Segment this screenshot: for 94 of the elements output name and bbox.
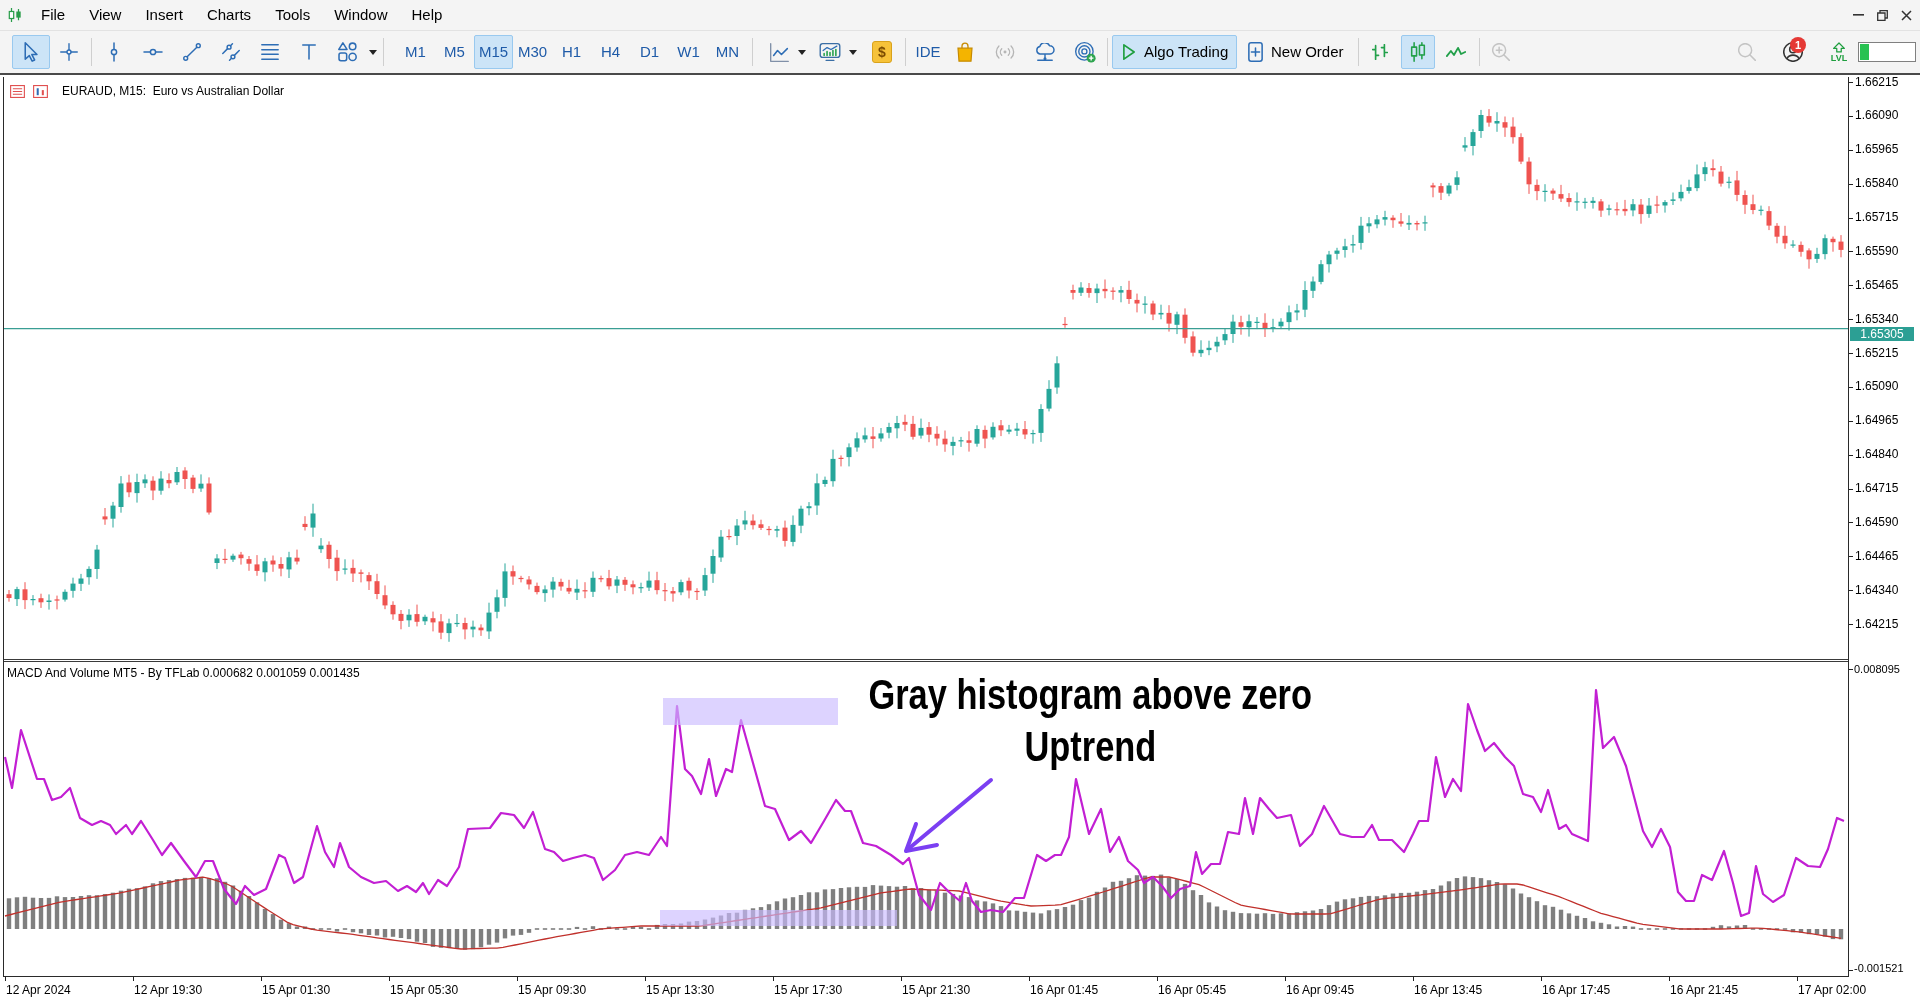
price-tick-label: 1.64465 bbox=[1855, 549, 1899, 563]
menu-item[interactable]: View bbox=[77, 0, 134, 30]
list-icon bbox=[10, 84, 25, 98]
indicator-label: MACD And Volume MT5 - By TFLab 0.000682 0.001059 0.001435 bbox=[7, 666, 360, 680]
candlesticks-icon bbox=[1410, 42, 1426, 62]
price-tick-label: 1.65465 bbox=[1855, 278, 1899, 292]
price-tick-label: 1.66215 bbox=[1855, 75, 1899, 89]
price-tick-label: 1.66090 bbox=[1855, 109, 1899, 123]
time-tick-label: 15 Apr 01:30 bbox=[262, 983, 331, 997]
time-tick-label: 17 Apr 02:00 bbox=[1798, 983, 1867, 997]
timeframe-button[interactable]: M30 bbox=[513, 35, 552, 69]
time-tick-label: 16 Apr 09:45 bbox=[1286, 983, 1355, 997]
dollar-button[interactable]: $ bbox=[872, 41, 892, 63]
connection-meter-icon bbox=[1858, 42, 1916, 62]
time-tick-label: 16 Apr 13:45 bbox=[1414, 983, 1483, 997]
user-icon bbox=[1783, 42, 1803, 62]
time-tick-label: 16 Apr 17:45 bbox=[1542, 983, 1611, 997]
chart-window-icon bbox=[33, 84, 48, 98]
menu-item[interactable]: Help bbox=[399, 0, 455, 30]
candlestick-button[interactable] bbox=[1401, 35, 1435, 69]
time-tick-label: 12 Apr 19:30 bbox=[134, 983, 203, 997]
menu-item[interactable]: Insert bbox=[133, 0, 195, 30]
zoom-in-icon bbox=[1492, 43, 1510, 61]
document-plus-icon bbox=[1248, 42, 1263, 62]
price-tick-label: 1.64965 bbox=[1855, 414, 1899, 428]
line-chart-icon bbox=[769, 42, 789, 62]
close-icon bbox=[1900, 9, 1912, 21]
shapes-icon bbox=[337, 42, 358, 62]
price-tick-label: 1.64715 bbox=[1855, 482, 1899, 495]
price-tick-label: 1.65965 bbox=[1855, 143, 1899, 157]
candles-logo-icon bbox=[8, 6, 22, 24]
play-icon bbox=[1123, 44, 1135, 60]
chart-title: EURAUD, M15: Euro vs Australian Dollar bbox=[62, 84, 285, 98]
text-tool-icon bbox=[301, 44, 316, 60]
time-tick-label: 15 Apr 05:30 bbox=[390, 983, 459, 997]
caret-icon bbox=[369, 49, 377, 55]
zigzag-line-icon bbox=[1446, 46, 1466, 58]
cursor-icon bbox=[24, 42, 38, 62]
timeframe-button[interactable]: D1 bbox=[630, 35, 669, 69]
up-arrow-icon bbox=[1833, 41, 1845, 53]
vertical-line-icon bbox=[109, 42, 118, 62]
stacked-lines-icon bbox=[260, 44, 279, 60]
horizontal-line-icon bbox=[142, 48, 163, 56]
price-tick-label: 1.65840 bbox=[1855, 177, 1899, 191]
price-tick-label: 1.65590 bbox=[1855, 244, 1899, 258]
search-icon bbox=[1738, 43, 1756, 61]
annotation-text: Uptrend bbox=[1024, 721, 1156, 772]
menu-item[interactable]: Window bbox=[322, 0, 400, 30]
account-button[interactable]: 1 bbox=[1778, 35, 1808, 69]
notification-badge: 1 bbox=[1790, 37, 1806, 53]
ohlc-bars-icon bbox=[1372, 44, 1388, 60]
price-tick-label: 1.64340 bbox=[1855, 583, 1899, 597]
indicator-tick-label: -0.001521 bbox=[1854, 962, 1904, 975]
timeframe-button[interactable]: M15 bbox=[474, 35, 513, 69]
cursor-tool-button[interactable] bbox=[12, 35, 50, 69]
timeframe-button[interactable]: W1 bbox=[669, 35, 708, 69]
parallel-lines-icon bbox=[221, 43, 240, 61]
monitor-chart-icon bbox=[819, 43, 841, 61]
timeframe-button[interactable]: M5 bbox=[435, 35, 474, 69]
menu-item[interactable]: Tools bbox=[263, 0, 323, 30]
price-tick-label: 1.64215 bbox=[1855, 617, 1899, 631]
price-tick-label: 1.65090 bbox=[1855, 380, 1899, 394]
new-order-button[interactable]: New Order bbox=[1244, 35, 1352, 69]
time-tick-label: 15 Apr 17:30 bbox=[774, 983, 843, 997]
minimize-icon bbox=[1852, 14, 1864, 16]
ide-button[interactable]: IDE bbox=[912, 35, 944, 69]
price-tick-label: 1.65715 bbox=[1855, 211, 1899, 224]
price-tick-label: 1.64590 bbox=[1855, 515, 1899, 529]
timeframe-button[interactable]: M1 bbox=[396, 35, 435, 69]
algo-trading-button[interactable]: Algo Trading bbox=[1112, 35, 1237, 69]
menu-item[interactable]: File bbox=[29, 0, 78, 30]
time-tick-label: 16 Apr 05:45 bbox=[1158, 983, 1227, 997]
time-tick-label: 16 Apr 01:45 bbox=[1030, 983, 1099, 997]
time-tick-label: 15 Apr 13:30 bbox=[646, 983, 715, 997]
price-tick-label: 1.64840 bbox=[1855, 448, 1899, 462]
caret-icon bbox=[798, 49, 806, 55]
timeframe-button[interactable]: H1 bbox=[552, 35, 591, 69]
restore-icon bbox=[1876, 9, 1888, 21]
price-tick-label: 1.65215 bbox=[1855, 346, 1899, 360]
timeframe-button[interactable]: MN bbox=[708, 35, 747, 69]
trend-line-icon bbox=[182, 43, 201, 61]
price-tick-label: 1.65340 bbox=[1855, 312, 1899, 326]
time-tick-label: 16 Apr 21:45 bbox=[1670, 983, 1739, 997]
current-price-label: 1.65305 bbox=[1850, 326, 1914, 341]
timeframe-button[interactable]: H4 bbox=[591, 35, 630, 69]
annotation-text: Gray histogram above zero bbox=[868, 669, 1312, 720]
indicator-tick-label: 0.008095 bbox=[1854, 663, 1900, 676]
level-button[interactable]: LVL bbox=[1824, 35, 1854, 69]
menu-item[interactable]: Charts bbox=[194, 0, 264, 30]
time-tick-label: 15 Apr 09:30 bbox=[518, 983, 587, 997]
time-tick-label: 12 Apr 2024 bbox=[6, 983, 71, 997]
crosshair-icon bbox=[60, 43, 78, 61]
time-tick-label: 15 Apr 21:30 bbox=[902, 983, 971, 997]
caret-icon bbox=[849, 49, 857, 55]
